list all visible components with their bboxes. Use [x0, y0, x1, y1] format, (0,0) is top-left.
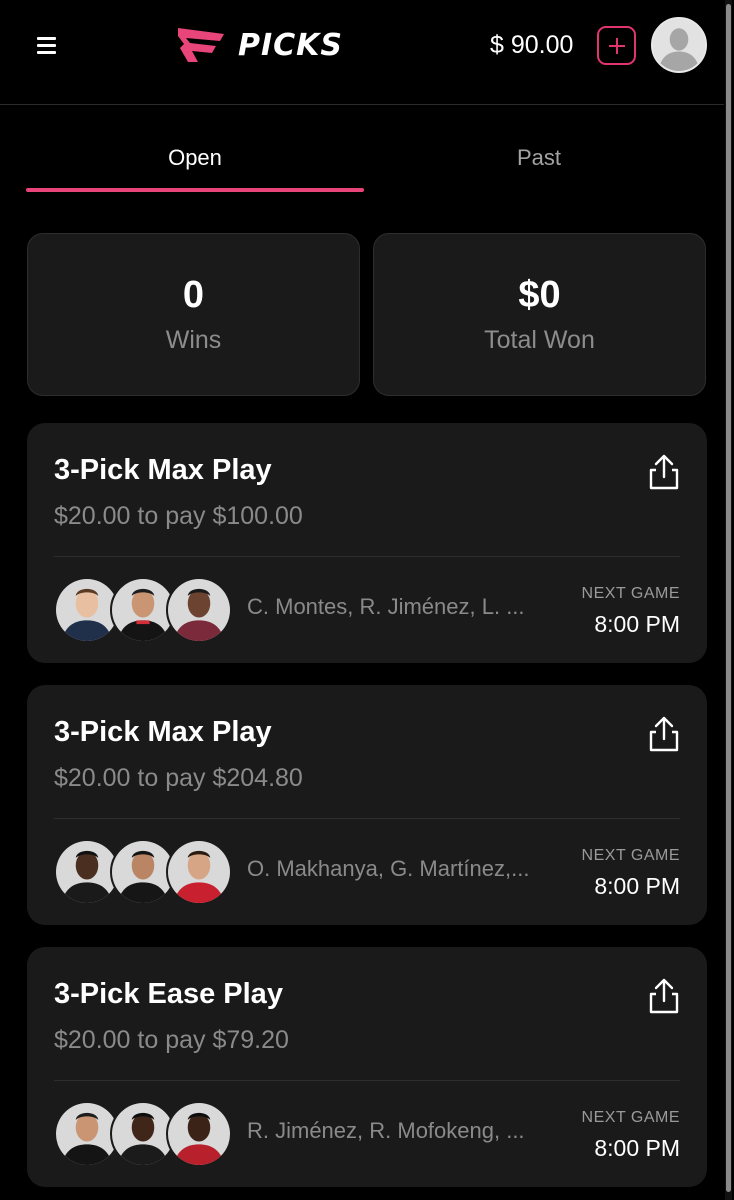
app-header: PICKS $ 90.00 — [0, 0, 724, 105]
next-game-label: NEXT GAME — [581, 1109, 680, 1126]
default-avatar-icon — [653, 19, 705, 71]
share-icon[interactable] — [647, 977, 681, 1015]
wins-label: Wins — [165, 326, 222, 354]
player-avatars — [54, 839, 234, 905]
total-won-value: $0 — [518, 274, 561, 316]
next-game-label: NEXT GAME — [581, 585, 680, 602]
account-balance: $ 90.00 — [490, 31, 574, 59]
pick-payout: $20.00 to pay $79.20 — [54, 1026, 289, 1054]
page: PICKS $ 90.00 Open Past 0 Wins $0 Total — [0, 0, 734, 1200]
share-icon[interactable] — [647, 715, 681, 753]
scrollbar-thumb[interactable] — [726, 4, 731, 1192]
pick-card[interactable]: 3-Pick Max Play $20.00 to pay $204.80 O.… — [27, 685, 707, 925]
player-avatar — [166, 1101, 232, 1167]
card-divider — [54, 1080, 680, 1081]
next-game-time: 8:00 PM — [594, 1135, 680, 1161]
page-scrollbar[interactable] — [725, 0, 732, 1200]
player-avatar — [166, 839, 232, 905]
wins-card: 0 Wins — [27, 233, 360, 396]
logo-text: PICKS — [238, 27, 344, 63]
plus-icon — [608, 37, 625, 54]
pick-title: 3-Pick Max Play — [54, 454, 272, 486]
tab-open[interactable]: Open — [26, 130, 364, 192]
card-divider — [54, 818, 680, 819]
pick-title: 3-Pick Max Play — [54, 716, 272, 748]
pick-card[interactable]: 3-Pick Max Play $20.00 to pay $100.00 C.… — [27, 423, 707, 663]
player-avatars — [54, 577, 234, 643]
card-divider — [54, 556, 680, 557]
total-won-label: Total Won — [484, 326, 595, 354]
pick-payout: $20.00 to pay $204.80 — [54, 764, 303, 792]
active-tab-indicator — [26, 188, 364, 192]
pick-payout: $20.00 to pay $100.00 — [54, 502, 303, 530]
player-names: R. Jiménez, R. Mofokeng, ... — [247, 1118, 525, 1143]
wins-value: 0 — [182, 274, 205, 316]
hamburger-menu-icon[interactable] — [34, 34, 60, 56]
app-logo[interactable]: PICKS — [178, 24, 388, 66]
player-names: C. Montes, R. Jiménez, L. ... — [247, 594, 525, 619]
user-avatar[interactable] — [651, 17, 707, 73]
next-game-time: 8:00 PM — [594, 611, 680, 637]
share-icon[interactable] — [647, 453, 681, 491]
total-won-card: $0 Total Won — [373, 233, 706, 396]
player-avatar — [166, 577, 232, 643]
next-game-label: NEXT GAME — [581, 847, 680, 864]
player-avatars — [54, 1101, 234, 1167]
tab-bar: Open Past — [26, 130, 706, 194]
tab-past[interactable]: Past — [370, 130, 708, 192]
pick-card[interactable]: 3-Pick Ease Play $20.00 to pay $79.20 R.… — [27, 947, 707, 1187]
next-game-time: 8:00 PM — [594, 873, 680, 899]
pick-title: 3-Pick Ease Play — [54, 978, 283, 1010]
logo-mark-icon — [178, 28, 224, 62]
player-names: O. Makhanya, G. Martínez,... — [247, 856, 530, 881]
add-funds-button[interactable] — [597, 26, 636, 65]
